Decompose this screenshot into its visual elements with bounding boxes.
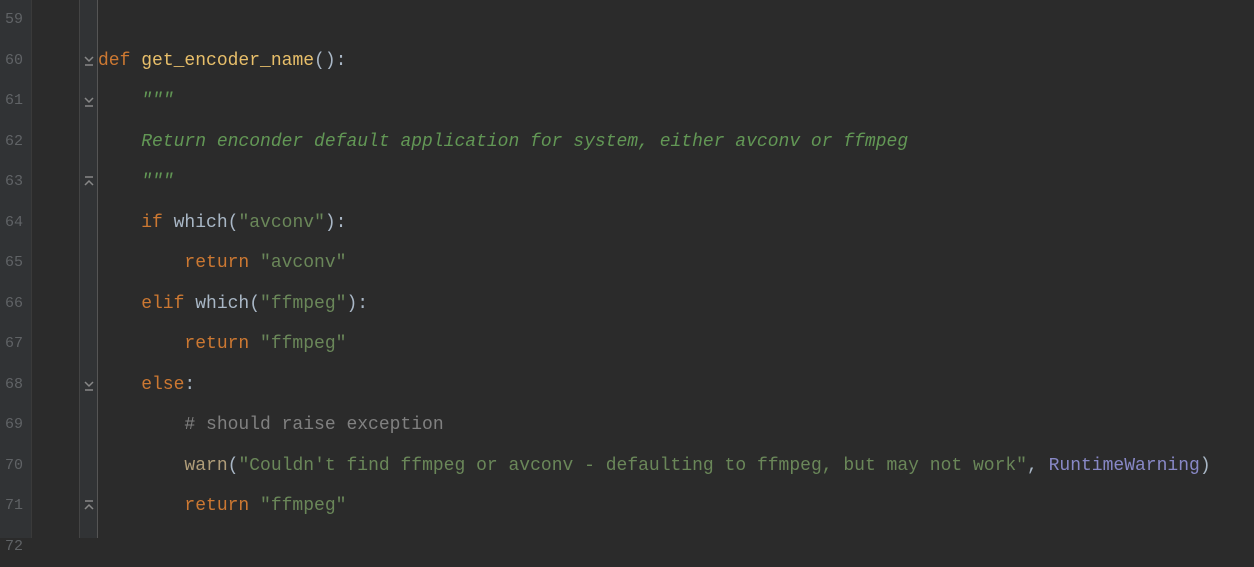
string-literal: "ffmpeg" [260, 334, 346, 354]
code-line [98, 0, 1254, 41]
identifier: which [174, 213, 228, 233]
code-text-area[interactable]: def get_encoder_name(): """ Return encon… [98, 0, 1254, 538]
code-line: return "ffmpeg" [98, 324, 1254, 365]
colon: : [184, 375, 195, 395]
string-literal: "ffmpeg" [260, 294, 346, 314]
code-line [98, 527, 1254, 567]
paren-open: ( [228, 213, 239, 233]
docstring: Return enconder default application for … [98, 132, 908, 152]
identifier: which [195, 294, 249, 314]
keyword-return: return [98, 253, 260, 273]
paren-open: ( [249, 294, 260, 314]
code-line: elif which("ffmpeg"): [98, 284, 1254, 325]
line-number: 63 [0, 162, 23, 203]
code-line: return "avconv" [98, 243, 1254, 284]
line-number: 62 [0, 122, 23, 163]
string-literal: "avconv" [260, 253, 346, 273]
line-number: 59 [0, 0, 23, 41]
paren-open: ( [228, 456, 239, 476]
code-editor: 59 60 61 62 63 64 65 66 67 68 69 70 71 7… [0, 0, 1254, 538]
fold-expand-icon[interactable] [82, 499, 96, 513]
indent-guide-area [32, 0, 80, 538]
keyword-return: return [98, 334, 260, 354]
line-number: 68 [0, 365, 23, 406]
fold-collapse-icon[interactable] [82, 53, 96, 67]
code-line: """ [98, 162, 1254, 203]
docstring: """ [98, 172, 174, 192]
function-name: get_encoder_name [141, 51, 314, 71]
function-call: warn [184, 456, 227, 476]
code-line: if which("avconv"): [98, 203, 1254, 244]
line-number: 67 [0, 324, 23, 365]
line-number-gutter[interactable]: 59 60 61 62 63 64 65 66 67 68 69 70 71 7… [0, 0, 32, 538]
paren-close: ) [1200, 456, 1211, 476]
keyword-else: else [98, 375, 184, 395]
keyword-elif: elif [98, 294, 195, 314]
code-line: """ [98, 81, 1254, 122]
builtin-type: RuntimeWarning [1049, 456, 1200, 476]
fold-collapse-icon[interactable] [82, 378, 96, 392]
line-number: 71 [0, 486, 23, 527]
keyword-def: def [98, 51, 141, 71]
docstring: """ [98, 91, 174, 111]
fold-collapse-icon[interactable] [82, 94, 96, 108]
fold-gutter[interactable] [80, 0, 98, 538]
code-line: Return enconder default application for … [98, 122, 1254, 163]
indent [98, 456, 184, 476]
line-number: 72 [0, 527, 23, 567]
line-number: 65 [0, 243, 23, 284]
line-number: 60 [0, 41, 23, 82]
line-number: 61 [0, 81, 23, 122]
string-literal: "Couldn't find ffmpeg or avconv - defaul… [238, 456, 1027, 476]
code-line: return "ffmpeg" [98, 486, 1254, 527]
comment: # should raise exception [98, 415, 444, 435]
parentheses: (): [314, 51, 346, 71]
keyword-if: if [98, 213, 174, 233]
comma: , [1027, 456, 1049, 476]
line-number: 64 [0, 203, 23, 244]
keyword-return: return [98, 496, 260, 516]
paren-close: ): [325, 213, 347, 233]
code-line: warn("Couldn't find ffmpeg or avconv - d… [98, 446, 1254, 487]
fold-expand-icon[interactable] [82, 175, 96, 189]
line-number: 70 [0, 446, 23, 487]
string-literal: "ffmpeg" [260, 496, 346, 516]
code-line: # should raise exception [98, 405, 1254, 446]
code-line: def get_encoder_name(): [98, 41, 1254, 82]
code-line: else: [98, 365, 1254, 406]
line-number: 69 [0, 405, 23, 446]
string-literal: "avconv" [238, 213, 324, 233]
paren-close: ): [346, 294, 368, 314]
line-number: 66 [0, 284, 23, 325]
